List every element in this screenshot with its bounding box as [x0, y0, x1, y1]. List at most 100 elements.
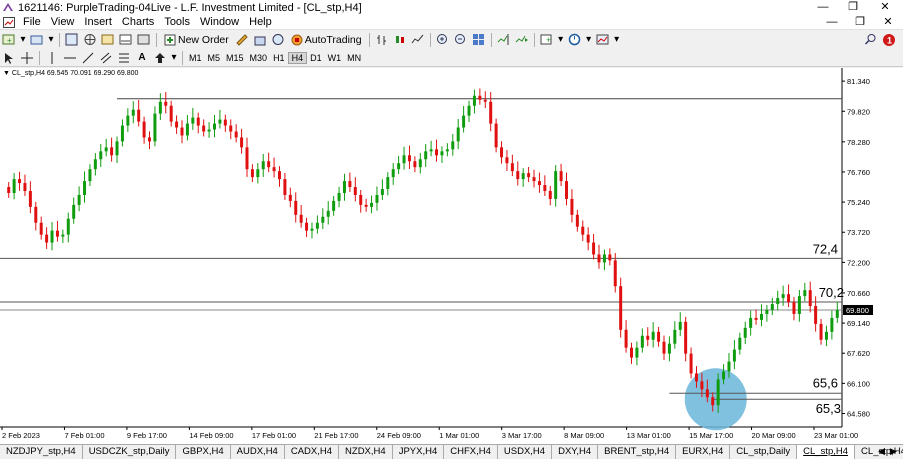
line-chart-icon[interactable]	[410, 32, 426, 48]
tile-windows-icon[interactable]	[471, 32, 487, 48]
terminal-icon[interactable]	[118, 32, 134, 48]
data-window-icon[interactable]	[82, 32, 98, 48]
menu-tools[interactable]: Tools	[159, 16, 195, 28]
cursor-icon[interactable]	[1, 50, 17, 66]
chart-shift-icon[interactable]	[496, 32, 512, 48]
price-chart[interactable]: 81.340 79.820 78.280 76.760 75.240 73.720 72.2…	[0, 68, 903, 444]
chart-tab[interactable]: CL_stp,Daily	[730, 445, 798, 459]
notifications-icon[interactable]: 1	[881, 32, 897, 48]
candle-body	[754, 317, 758, 320]
mdi-close-icon[interactable]: ✕	[874, 15, 902, 30]
fibonacci-icon[interactable]	[116, 50, 132, 66]
candle-body	[158, 101, 162, 114]
candle-body	[467, 105, 471, 116]
vertical-line-icon[interactable]	[44, 50, 60, 66]
dropdown-arrow-icon[interactable]: ▾	[47, 32, 55, 48]
search-icon[interactable]	[863, 32, 879, 48]
dropdown-arrow-icon[interactable]: ▾	[170, 50, 178, 66]
candle-body	[370, 202, 374, 207]
mdi-restore-icon[interactable]: ❐	[846, 15, 874, 30]
chart-tab[interactable]: CHFX,H4	[444, 445, 498, 459]
indicators-icon[interactable]: +	[539, 32, 555, 48]
menu-file[interactable]: File	[18, 16, 46, 28]
timeframe-w1[interactable]: W1	[325, 53, 345, 63]
meta-editor-icon[interactable]	[234, 32, 250, 48]
chart-area[interactable]: 81.340 79.820 78.280 76.760 75.240 73.720 72.2…	[0, 68, 903, 444]
candle-body	[646, 335, 650, 340]
chart-tab[interactable]: CADX,H4	[285, 445, 340, 459]
x-tick-label: 9 Feb 17:00	[127, 431, 167, 440]
timeframe-m15[interactable]: M15	[223, 53, 247, 63]
timeframe-h4[interactable]: H4	[287, 51, 308, 64]
timeframe-mn[interactable]: MN	[344, 53, 364, 63]
autoscroll-icon[interactable]	[514, 32, 530, 48]
dropdown-arrow-icon[interactable]: ▾	[613, 32, 621, 48]
menu-help[interactable]: Help	[244, 16, 277, 28]
dropdown-arrow-icon[interactable]: ▾	[585, 32, 593, 48]
y-tick-label: 67.620	[847, 349, 870, 358]
menu-window[interactable]: Window	[195, 16, 244, 28]
templates-icon[interactable]	[595, 32, 611, 48]
menu-charts[interactable]: Charts	[117, 16, 159, 28]
close-icon[interactable]: ✕	[870, 0, 900, 15]
autotrading-button[interactable]: AutoTrading	[288, 32, 365, 48]
chart-tab[interactable]: USDCZK_stp,Daily	[83, 445, 177, 459]
chart-tab[interactable]: AUDX,H4	[231, 445, 285, 459]
mdi-minimize-icon[interactable]: —	[818, 15, 846, 30]
candle-body	[770, 304, 774, 310]
new-order-button[interactable]: New Order	[161, 32, 232, 48]
candle-body	[61, 234, 65, 237]
chart-tab[interactable]: DXY,H4	[552, 445, 599, 459]
candle-body	[418, 159, 422, 168]
menu-view[interactable]: View	[46, 16, 80, 28]
text-icon[interactable]: A	[134, 50, 150, 66]
crosshair-icon[interactable]	[19, 50, 35, 66]
minimize-icon[interactable]: —	[808, 0, 838, 15]
tab-scroll-left-icon[interactable]: ◀	[878, 446, 885, 457]
dropdown-arrow-icon[interactable]: ▾	[557, 32, 565, 48]
strategy-tester-icon[interactable]	[136, 32, 152, 48]
arrows-icon[interactable]	[152, 50, 168, 66]
chart-tab[interactable]: EURX,H4	[676, 445, 731, 459]
chart-tab[interactable]: JPYX,H4	[393, 445, 445, 459]
market-watch-icon[interactable]	[64, 32, 80, 48]
timeframe-m5[interactable]: M5	[205, 53, 224, 63]
candle-body	[164, 101, 168, 106]
candle-body	[819, 323, 823, 340]
timeframe-m1[interactable]: M1	[186, 53, 205, 63]
chart-tab[interactable]: NZDX,H4	[339, 445, 393, 459]
candle-body	[126, 115, 130, 126]
menu-insert[interactable]: Insert	[79, 16, 117, 28]
chart-tab[interactable]: CL_stp,H4	[797, 445, 856, 459]
bar-chart-icon[interactable]	[374, 32, 390, 48]
candle-body	[651, 331, 655, 340]
chart-tab[interactable]: USDX,H4	[498, 445, 553, 459]
candle-body	[12, 179, 16, 193]
navigator-icon[interactable]	[100, 32, 116, 48]
tab-scroll-right-icon[interactable]: ▶	[890, 446, 897, 457]
chart-tab[interactable]: NZDJPY_stp,H4	[0, 445, 83, 459]
trendline-icon[interactable]	[80, 50, 96, 66]
dropdown-arrow-icon[interactable]: ▾	[19, 32, 27, 48]
channel-icon[interactable]	[98, 50, 114, 66]
restore-icon[interactable]: ❐	[838, 0, 868, 15]
candlestick-icon[interactable]	[392, 32, 408, 48]
candle-body	[83, 181, 87, 195]
chart-tab[interactable]: GBPX,H4	[176, 445, 231, 459]
horizontal-line-icon[interactable]	[62, 50, 78, 66]
chart-tab[interactable]: BRENT_stp,H4	[598, 445, 677, 459]
candle-body	[55, 230, 59, 237]
timeframe-m30[interactable]: M30	[247, 53, 271, 63]
candle-body	[548, 190, 552, 199]
chart-window-icon[interactable]	[3, 16, 15, 28]
market-icon[interactable]	[252, 32, 268, 48]
timeframe-h1[interactable]: H1	[270, 53, 288, 63]
zoom-in-icon[interactable]	[435, 32, 451, 48]
x-tick-label: 14 Feb 09:00	[189, 431, 233, 440]
signals-icon[interactable]	[270, 32, 286, 48]
zoom-out-icon[interactable]	[453, 32, 469, 48]
periods-icon[interactable]	[567, 32, 583, 48]
profiles-icon[interactable]	[29, 32, 45, 48]
timeframe-d1[interactable]: D1	[307, 53, 325, 63]
new-chart-icon[interactable]: +	[1, 32, 17, 48]
